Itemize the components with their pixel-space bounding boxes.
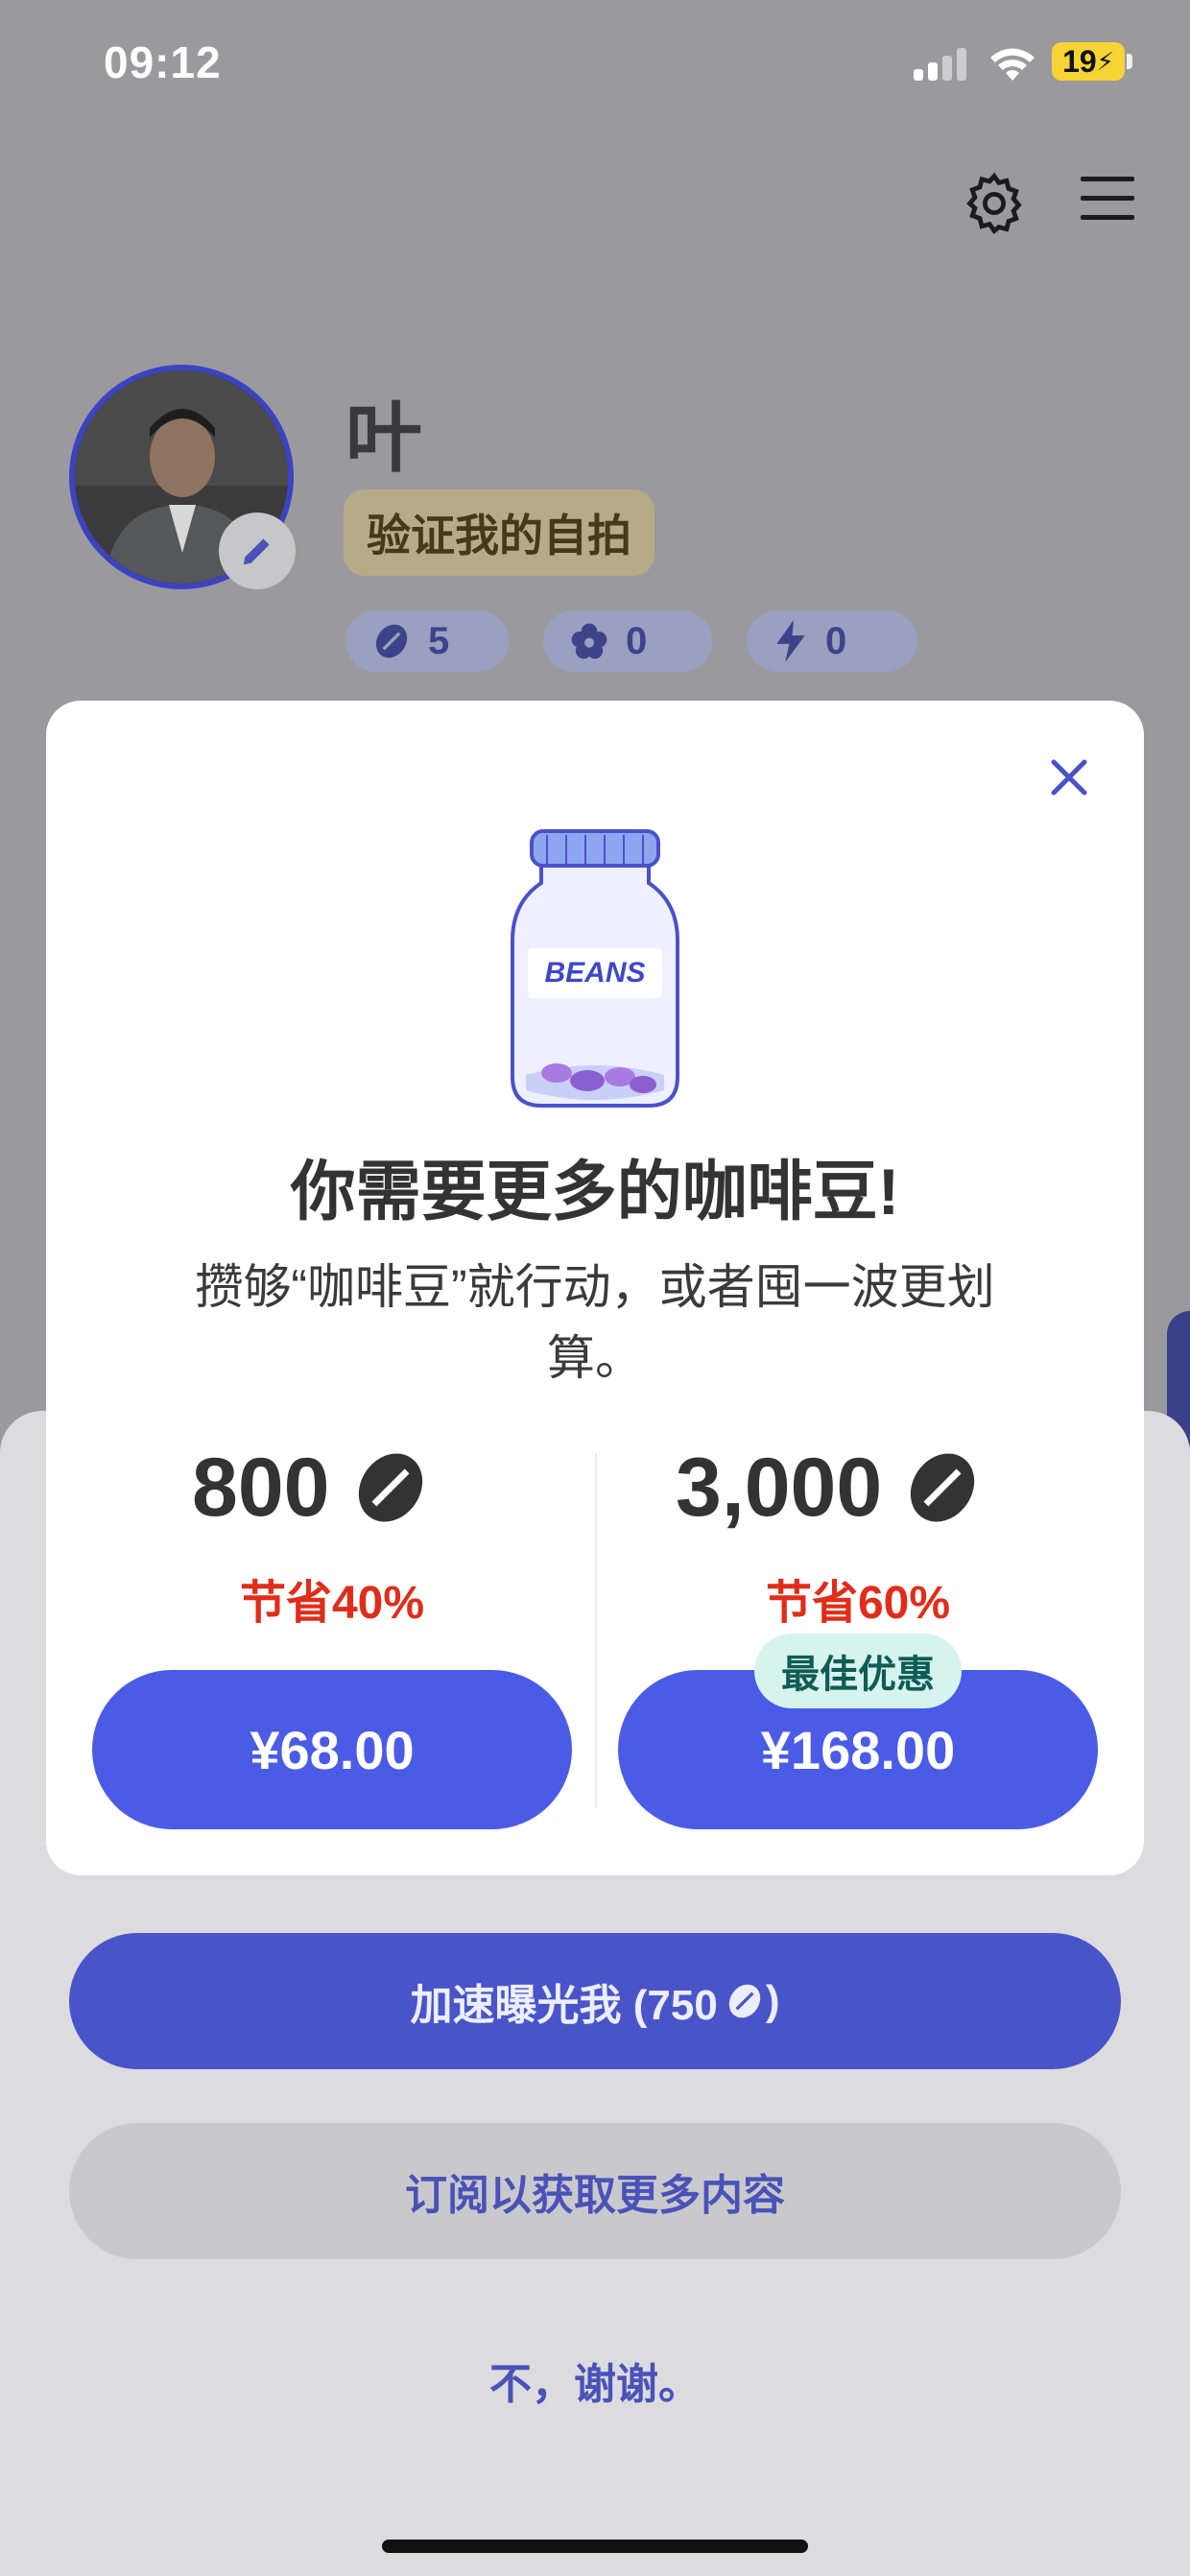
modal-title: 你需要更多的咖啡豆! (290, 1156, 900, 1228)
package-divider (595, 1453, 597, 1808)
edit-avatar-button[interactable] (219, 513, 296, 589)
package-800-saving: 节省40% (239, 1578, 425, 1629)
beans-stat[interactable]: 5 (345, 610, 509, 672)
close-icon (1051, 759, 1087, 796)
wifi-icon (990, 48, 1035, 81)
package-amount: 3,000 (676, 1441, 883, 1534)
boost-stat[interactable]: 0 (747, 610, 917, 672)
package-800-amount: 800 (192, 1440, 430, 1536)
no-thanks-button[interactable]: 不，谢谢。 (0, 2349, 1190, 2411)
hamburger-menu-icon[interactable] (1081, 175, 1134, 223)
beans-count: 5 (428, 619, 450, 662)
boost-me-button[interactable]: 加速曝光我 (750 ) (69, 1933, 1121, 2069)
flower-count: 0 (626, 619, 648, 662)
flower-icon (571, 623, 607, 659)
home-indicator (382, 2540, 808, 2553)
boost-label-suffix: ) (765, 1977, 780, 2024)
pencil-icon (243, 538, 270, 565)
boost-label: 加速曝光我 (750 (410, 1982, 718, 2029)
subscribe-button[interactable]: 订阅以获取更多内容 (69, 2123, 1121, 2259)
battery-icon: 19 ⚡ (1052, 42, 1125, 81)
verify-selfie-button[interactable]: 验证我的自拍 (344, 489, 654, 576)
jar-label: BEANS (544, 957, 646, 989)
flower-stat[interactable]: 0 (543, 610, 712, 672)
package-3000-saving: 节省60% (765, 1578, 951, 1629)
battery-level: 19 (1062, 43, 1097, 79)
coffee-bean-icon (728, 1984, 760, 2018)
coffee-bean-icon (358, 1453, 422, 1522)
status-time: 09:12 (104, 37, 222, 87)
buy-800-button[interactable]: ¥68.00 (92, 1670, 572, 1829)
boost-count: 0 (825, 619, 847, 662)
lightning-icon (776, 620, 805, 662)
coffee-bean-icon (375, 624, 408, 658)
best-deal-badge: 最佳优惠 (754, 1634, 962, 1708)
close-button[interactable] (1042, 751, 1096, 804)
gear-icon[interactable] (960, 169, 1029, 238)
package-3000-amount: 3,000 (676, 1440, 982, 1536)
profile-name: 叶 (345, 395, 422, 481)
coffee-bean-icon (911, 1453, 975, 1522)
cellular-signal-icon (914, 48, 966, 81)
modal-subtitle: 攒够“咖啡豆”就行动，或者囤一波更划算。 (195, 1260, 995, 1385)
package-amount: 800 (192, 1441, 330, 1534)
battery-cap (1127, 54, 1132, 69)
